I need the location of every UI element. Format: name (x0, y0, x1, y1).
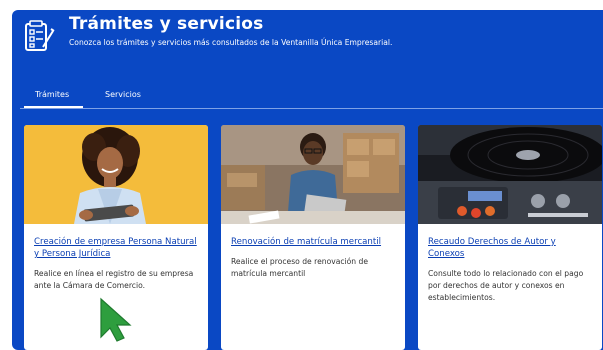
card-link[interactable]: Recaudo Derechos de Autor y Conexos (428, 236, 594, 260)
card-renovacion-matricula[interactable]: Renovación de matrícula mercantil Realic… (221, 125, 405, 350)
tab-tramites[interactable]: Trámites (23, 90, 84, 109)
card-description: Realice el proceso de renovación de matr… (231, 257, 369, 278)
page-title: Trámites y servicios (69, 14, 264, 34)
woman-with-tablet-photo (24, 125, 208, 224)
card-link[interactable]: Creación de empresa Persona Natural y Pe… (34, 236, 200, 260)
turntable-photo (418, 125, 602, 224)
card-description: Consulte todo lo relacionado con el pago… (428, 269, 584, 302)
tab-servicios[interactable]: Servicios (105, 90, 141, 99)
card-description: Realice en línea el registro de su empre… (34, 269, 194, 290)
man-with-laptop-photo (221, 125, 405, 224)
tabs-divider (20, 108, 603, 109)
page-subtitle: Conozca los trámites y servicios más con… (69, 38, 393, 47)
pointer-cursor-icon (100, 297, 132, 342)
card-link[interactable]: Renovación de matrícula mercantil (231, 236, 397, 248)
checklist-icon (25, 20, 55, 51)
card-recaudo-derechos[interactable]: Recaudo Derechos de Autor y Conexos Cons… (418, 125, 602, 350)
